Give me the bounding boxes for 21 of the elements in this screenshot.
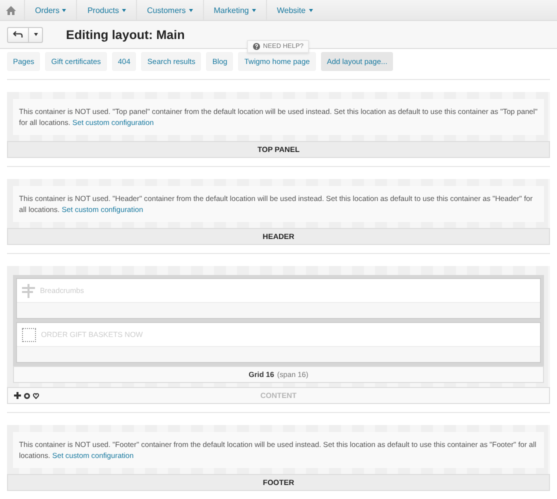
help-icon bbox=[253, 43, 260, 50]
menu-item[interactable]: Orders bbox=[24, 0, 76, 20]
menu-item[interactable]: Customers bbox=[136, 0, 203, 20]
home-icon[interactable] bbox=[6, 6, 16, 14]
caret-icon bbox=[122, 8, 126, 12]
menu-item[interactable]: Website bbox=[266, 0, 323, 20]
caret-icon bbox=[308, 8, 313, 12]
add-icon[interactable] bbox=[14, 392, 21, 399]
menu-item[interactable]: Marketing bbox=[202, 0, 266, 20]
caret-icon bbox=[62, 8, 66, 12]
empty-block-icon bbox=[22, 328, 36, 342]
back-arrow-icon bbox=[13, 31, 23, 38]
back-button[interactable] bbox=[7, 26, 29, 42]
caret-icon bbox=[252, 8, 256, 12]
caret-icon bbox=[188, 8, 193, 12]
heart-icon[interactable] bbox=[33, 392, 39, 398]
menu-item[interactable]: Products bbox=[76, 0, 136, 20]
signpost-icon bbox=[22, 284, 35, 298]
dropdown-button[interactable] bbox=[29, 26, 43, 42]
page-title: Editing layout: Main bbox=[66, 28, 185, 42]
caret-icon bbox=[34, 33, 38, 36]
